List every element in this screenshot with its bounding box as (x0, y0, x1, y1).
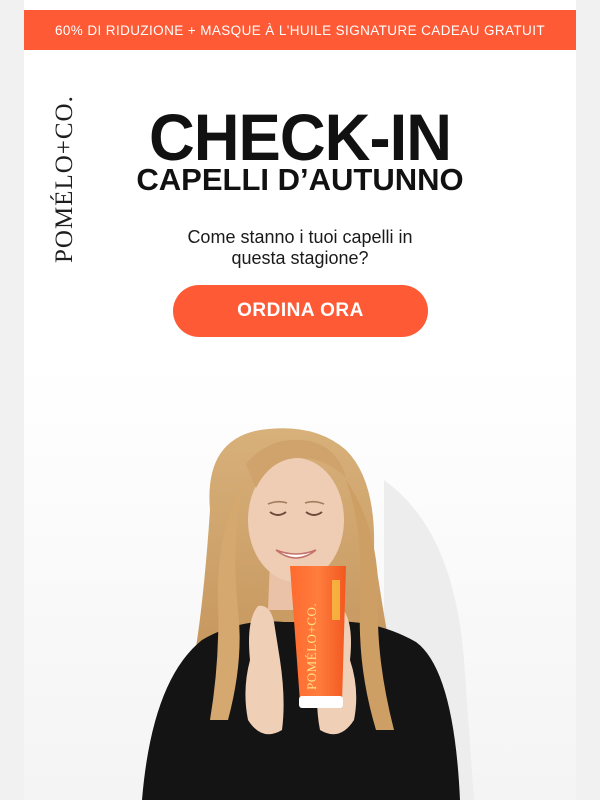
intro-question-line-2: questa stagione? (231, 248, 369, 268)
intro-question-line-1: Come stanno i tuoi capelli in (187, 227, 413, 247)
hero-image[interactable]: POMÉLO+CO. (24, 360, 576, 800)
promo-banner[interactable]: 60% DI RIDUZIONE + MASQUE À L'HUILE SIGN… (24, 10, 576, 50)
product-tube-label: POMÉLO+CO. (304, 603, 319, 690)
hero-photo-illustration: POMÉLO+CO. (24, 360, 576, 800)
headline-sub: CAPELLI D’AUTUNNO (136, 162, 464, 197)
intro-question: Come stanno i tuoi capelli in questa sta… (24, 227, 576, 269)
promo-banner-text: 60% DI RIDUZIONE + MASQUE À L'HUILE SIGN… (54, 22, 546, 38)
order-now-button[interactable]: ORDINA ORA (173, 285, 428, 337)
